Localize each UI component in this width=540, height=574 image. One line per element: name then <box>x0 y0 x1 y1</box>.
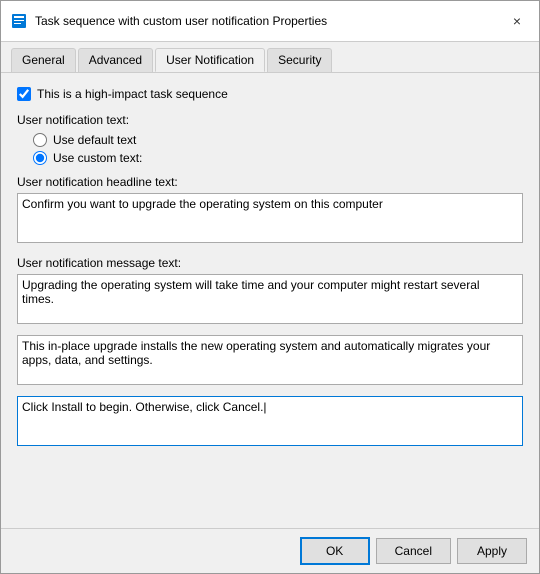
notification-text-label: User notification text: <box>17 113 523 127</box>
tab-user-notification[interactable]: User Notification <box>155 48 265 72</box>
high-impact-row: This is a high-impact task sequence <box>17 87 523 101</box>
high-impact-link: high-impact <box>85 87 147 101</box>
headline-label: User notification headline text: <box>17 175 523 189</box>
dialog-icon <box>11 13 27 29</box>
radio-custom-label: Use custom text: <box>53 151 142 165</box>
message2-textarea[interactable]: This in-place upgrade installs the new o… <box>17 335 523 385</box>
headline-wrapper: Confirm you want to upgrade the operatin… <box>17 193 523 246</box>
ok-button[interactable]: OK <box>300 537 370 565</box>
cancel-button[interactable]: Cancel <box>376 538 451 564</box>
high-impact-checkbox[interactable] <box>17 87 31 101</box>
close-button[interactable]: × <box>505 9 529 33</box>
radio-default-row: Use default text <box>33 133 523 147</box>
tab-bar: General Advanced User Notification Secur… <box>1 42 539 73</box>
radio-group: Use default text Use custom text: <box>33 133 523 165</box>
headline-textarea[interactable]: Confirm you want to upgrade the operatin… <box>17 193 523 243</box>
dialog: Task sequence with custom user notificat… <box>0 0 540 574</box>
radio-custom[interactable] <box>33 151 47 165</box>
radio-default-label: Use default text <box>53 133 136 147</box>
tab-general[interactable]: General <box>11 48 76 72</box>
message-label: User notification message text: <box>17 256 523 270</box>
tab-content: This is a high-impact task sequence User… <box>1 73 539 528</box>
title-bar: Task sequence with custom user notificat… <box>1 1 539 42</box>
dialog-title: Task sequence with custom user notificat… <box>35 14 505 28</box>
tab-security[interactable]: Security <box>267 48 332 72</box>
tab-advanced[interactable]: Advanced <box>78 48 153 72</box>
message3-textarea[interactable]: Click Install to begin. Otherwise, click… <box>17 396 523 446</box>
message2-wrapper: This in-place upgrade installs the new o… <box>17 335 523 388</box>
message3-wrapper: Click Install to begin. Otherwise, click… <box>17 396 523 449</box>
apply-button[interactable]: Apply <box>457 538 527 564</box>
radio-custom-row: Use custom text: <box>33 151 523 165</box>
message1-textarea[interactable]: Upgrading the operating system will take… <box>17 274 523 324</box>
message1-wrapper: Upgrading the operating system will take… <box>17 274 523 327</box>
high-impact-label: This is a high-impact task sequence <box>37 87 228 101</box>
radio-default[interactable] <box>33 133 47 147</box>
dialog-footer: OK Cancel Apply <box>1 528 539 573</box>
